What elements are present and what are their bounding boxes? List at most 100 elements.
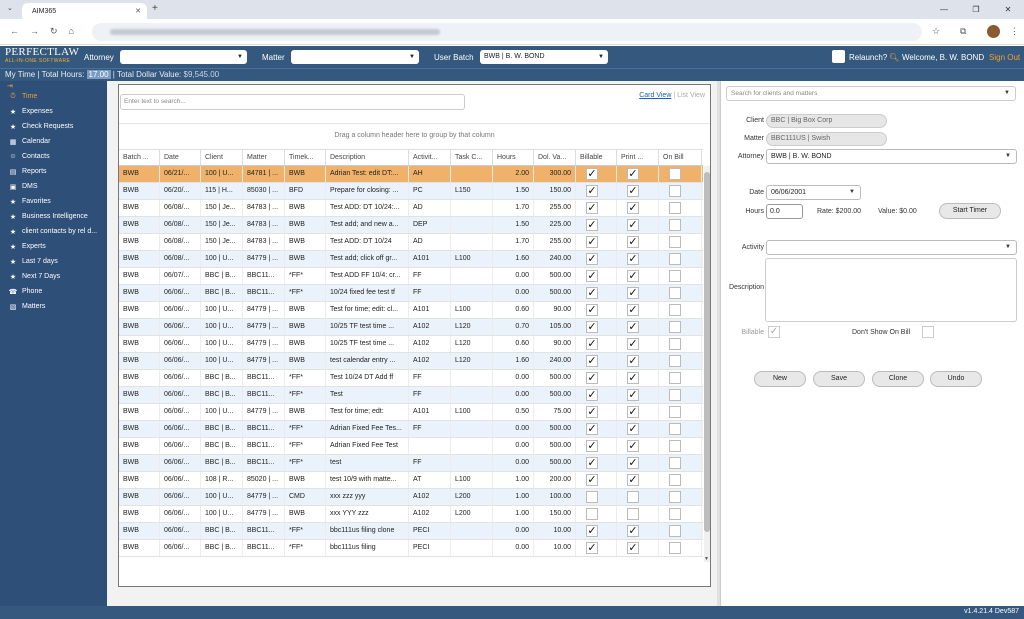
print-checkbox[interactable]: ✓ <box>617 404 659 420</box>
back-icon[interactable]: ← <box>10 26 19 37</box>
scroll-down-icon[interactable]: ▼ <box>704 556 709 562</box>
billable-checkbox[interactable]: ✓ <box>576 421 617 437</box>
relaunch-checkbox[interactable] <box>832 50 845 63</box>
sidebar-item-contacts[interactable]: ☺ Contacts <box>0 149 107 164</box>
table-row[interactable]: BWB 06/06/... BBC | B... BBC11... *FF* bbc111… <box>119 540 703 557</box>
billable-checkbox[interactable]: ✓ <box>576 251 617 267</box>
card-view-link[interactable]: Card View <box>639 92 671 99</box>
table-row[interactable]: BWB 06/06/... 108 | R... 85020 | ... BWB test… <box>119 472 703 489</box>
billable-checkbox[interactable]: ✓ <box>576 166 617 182</box>
print-checkbox[interactable]: ✓ <box>617 455 659 471</box>
on-bill-checkbox[interactable] <box>659 404 702 420</box>
print-checkbox[interactable]: ✓ <box>617 200 659 216</box>
on-bill-checkbox[interactable] <box>659 523 702 539</box>
print-checkbox[interactable]: ✓ <box>617 302 659 318</box>
print-checkbox[interactable]: ✓ <box>617 268 659 284</box>
sidebar-item-next-7-days[interactable]: ★ Next 7 Days <box>0 269 107 284</box>
on-bill-checkbox[interactable] <box>659 489 702 505</box>
table-row[interactable]: BWB 06/06/... 100 | U... 84779 | ... BWB test… <box>119 353 703 370</box>
table-row[interactable]: BWB 06/08/... 150 | Je... 84783 | ... BWB Tes… <box>119 200 703 217</box>
sidebar-item-last-7-days[interactable]: ★ Last 7 days <box>0 254 107 269</box>
tab-close-icon[interactable]: ✕ <box>135 7 141 15</box>
print-checkbox[interactable]: ✓ <box>617 421 659 437</box>
table-row[interactable]: BWB 06/06/... BBC | B... BBC11... *FF* 10/24 … <box>119 285 703 302</box>
billable-checkbox[interactable]: ✓ <box>576 336 617 352</box>
column-header[interactable]: Matter <box>243 150 285 165</box>
table-row[interactable]: BWB 06/06/... BBC | B... BBC11... *FF* bbc111… <box>119 523 703 540</box>
on-bill-checkbox[interactable] <box>659 200 702 216</box>
table-row[interactable]: BWB 06/06/... BBC | B... BBC11... *FF* Test FF… <box>119 387 703 404</box>
table-row[interactable]: BWB 06/06/... BBC | B... BBC11... *FF* test FF… <box>119 455 703 472</box>
table-row[interactable]: BWB 06/06/... 100 | U... 84779 | ... BWB Test… <box>119 302 703 319</box>
on-bill-checkbox[interactable] <box>659 166 702 182</box>
date-picker[interactable]: 06/06/2001 ▼ <box>766 185 861 200</box>
on-bill-checkbox[interactable] <box>659 540 702 556</box>
grid-search-input[interactable]: Enter text to search... <box>120 94 465 110</box>
billable-checkbox[interactable] <box>576 506 617 522</box>
on-bill-checkbox[interactable] <box>659 472 702 488</box>
on-bill-checkbox[interactable] <box>659 302 702 318</box>
print-checkbox[interactable] <box>617 506 659 522</box>
billable-checkbox[interactable]: ✓ <box>576 302 617 318</box>
on-bill-checkbox[interactable] <box>659 438 702 454</box>
on-bill-checkbox[interactable] <box>659 353 702 369</box>
column-header[interactable]: Description <box>326 150 409 165</box>
print-checkbox[interactable]: ✓ <box>617 336 659 352</box>
billable-checkbox[interactable]: ✓ <box>576 370 617 386</box>
table-row[interactable]: BWB 06/06/... 100 | U... 84779 | ... BWB 10/2… <box>119 336 703 353</box>
billable-checkbox[interactable]: ✓ <box>576 387 617 403</box>
print-checkbox[interactable]: ✓ <box>617 285 659 301</box>
billable-checkbox[interactable]: ✓ <box>576 540 617 556</box>
new-tab-icon[interactable]: + <box>152 3 158 14</box>
print-checkbox[interactable]: ✓ <box>617 387 659 403</box>
sidebar-item-business-intelligence[interactable]: ★ Business Intelligence <box>0 209 107 224</box>
column-header[interactable]: Date <box>160 150 201 165</box>
billable-checkbox[interactable]: ✓ <box>576 200 617 216</box>
billable-checkbox[interactable]: ✓ <box>576 455 617 471</box>
on-bill-checkbox[interactable] <box>659 319 702 335</box>
billable-checkbox[interactable]: ✓ <box>576 523 617 539</box>
on-bill-checkbox[interactable] <box>659 455 702 471</box>
tab-search-icon[interactable]: ⌄ <box>7 4 13 12</box>
sidebar-item-phone[interactable]: ☎ Phone <box>0 284 107 299</box>
on-bill-checkbox[interactable] <box>659 268 702 284</box>
pin-icon[interactable]: ⇥ <box>7 82 13 90</box>
table-row[interactable]: BWB 06/08/... 150 | Je... 84783 | ... BWB Tes… <box>119 234 703 251</box>
reload-icon[interactable]: ↻ <box>50 26 58 37</box>
on-bill-checkbox[interactable] <box>659 217 702 233</box>
billable-checkbox[interactable]: ✓ <box>576 472 617 488</box>
address-bar[interactable] <box>92 23 922 41</box>
table-row[interactable]: BWB 06/06/... 100 | U... 84779 | ... BWB xxx … <box>119 506 703 523</box>
forward-icon[interactable]: → <box>30 26 39 37</box>
billable-checkbox[interactable]: ✓ <box>576 438 617 454</box>
browser-tab[interactable]: AIM365 ✕ <box>22 3 147 19</box>
on-bill-checkbox[interactable] <box>659 370 702 386</box>
table-row[interactable]: BWB 06/08/... 150 | Je... 84783 | ... BWB Tes… <box>119 217 703 234</box>
billable-checkbox[interactable]: ✓ <box>576 268 617 284</box>
activity-select[interactable]: ▼ <box>766 240 1017 255</box>
undo-button[interactable]: Undo <box>930 371 982 387</box>
profile-avatar[interactable] <box>987 25 1000 38</box>
attorney-select[interactable]: BWB | B. W. BOND ▼ <box>766 149 1017 164</box>
billable-checkbox[interactable]: ✓ <box>576 404 617 420</box>
on-bill-checkbox[interactable] <box>659 251 702 267</box>
on-bill-checkbox[interactable] <box>659 183 702 199</box>
print-checkbox[interactable]: ✓ <box>617 523 659 539</box>
scrollbar-thumb[interactable] <box>704 172 710 532</box>
sidebar-item-reports[interactable]: ▤ Reports <box>0 164 107 179</box>
table-row[interactable]: BWB 06/06/... 100 | U... 84779 | ... BWB 10/2… <box>119 319 703 336</box>
table-row[interactable]: BWB 06/06/... BBC | B... BBC11... *FF* Adrian… <box>119 438 703 455</box>
sidebar-item-expenses[interactable]: ★ Expenses <box>0 104 107 119</box>
home-icon[interactable]: ⌂ <box>69 26 74 37</box>
column-header[interactable]: Client <box>201 150 243 165</box>
billable-checkbox[interactable]: ✓ <box>576 234 617 250</box>
print-checkbox[interactable]: ✓ <box>617 234 659 250</box>
column-header[interactable]: Billable <box>576 150 617 165</box>
print-checkbox[interactable]: ✓ <box>617 353 659 369</box>
user-batch-select[interactable]: BWB | B. W. BOND ▼ <box>480 50 608 64</box>
on-bill-checkbox[interactable] <box>659 387 702 403</box>
print-checkbox[interactable]: ✓ <box>617 166 659 182</box>
grid-scrollbar[interactable]: ▼ <box>704 166 710 562</box>
sidebar-item-check-requests[interactable]: ★ Check Requests <box>0 119 107 134</box>
billable-checkbox[interactable]: ✓ <box>576 319 617 335</box>
